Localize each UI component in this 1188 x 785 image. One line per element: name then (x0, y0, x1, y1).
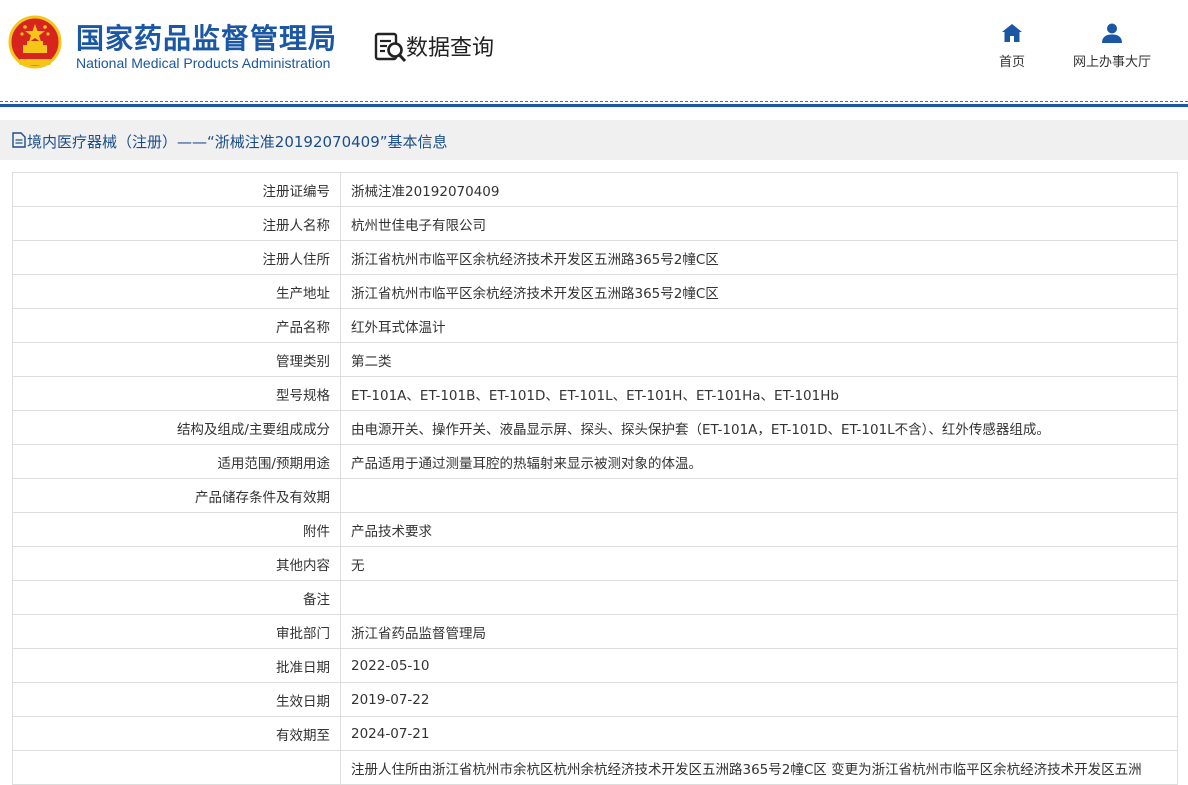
table-row: 结构及组成/主要组成成分 由电源开关、操作开关、液晶显示屏、探头、探头保护套（ET… (12, 410, 1178, 445)
header-divider-dashed (0, 101, 1188, 102)
table-row: 产品储存条件及有效期 (12, 478, 1178, 513)
field-value: ET-101A、ET-101B、ET-101D、ET-101L、ET-101H、… (340, 376, 1178, 411)
table-row: 生效日期 2019-07-22 (12, 682, 1178, 717)
field-label: 其他内容 (12, 546, 341, 581)
field-value: 无 (340, 546, 1178, 581)
field-label (12, 750, 341, 785)
table-row: 注册证编号 浙械注准20192070409 (12, 172, 1178, 207)
field-value: 2024-07-21 (340, 716, 1178, 751)
record-title: 境内医疗器械（注册）——“浙械注准20192070409”基本信息 (27, 133, 448, 151)
table-row: 备注 (12, 580, 1178, 615)
field-value: 第二类 (340, 342, 1178, 377)
record-detail-table: 注册证编号 浙械注准20192070409 注册人名称 杭州世佳电子有限公司 注册人住所… (12, 172, 1178, 785)
field-value: 红外耳式体温计 (340, 308, 1178, 343)
field-label: 结构及组成/主要组成成分 (12, 410, 341, 445)
field-value (340, 580, 1178, 615)
field-label: 管理类别 (12, 342, 341, 377)
field-label: 产品名称 (12, 308, 341, 343)
section-title: 数据查询 (406, 36, 495, 61)
field-label: 注册人住所 (12, 240, 341, 275)
field-label: 产品储存条件及有效期 (12, 478, 341, 513)
table-row: 附件 产品技术要求 (12, 512, 1178, 547)
field-label: 生产地址 (12, 274, 341, 309)
field-value: 浙江省杭州市临平区余杭经济技术开发区五洲路365号2幢C区 (340, 274, 1178, 309)
table-row: 其他内容无 (12, 546, 1178, 581)
field-value: 浙械注准20192070409 (340, 172, 1178, 207)
nav-online-service-link[interactable]: 网上办事大厅 (1064, 22, 1160, 70)
field-label: 备注 (12, 580, 341, 615)
field-label: 适用范围/预期用途 (12, 444, 341, 479)
nav-home-link[interactable]: 首页 (992, 22, 1032, 70)
document-icon (12, 132, 26, 148)
field-value: 产品适用于通过测量耳腔的热辐射来显示被测对象的体温。 (340, 444, 1178, 479)
field-value: 浙江省杭州市临平区余杭经济技术开发区五洲路365号2幢C区 (340, 240, 1178, 275)
site-header: 国家药品监督管理局 National Medical Products Admi… (0, 0, 1188, 102)
header-divider (0, 104, 1188, 107)
field-value: 注册人住所由浙江省杭州市余杭区杭州余杭经济技术开发区五洲路365号2幢C区 变更… (340, 750, 1178, 785)
table-row: 注册人住所 浙江省杭州市临平区余杭经济技术开发区五洲路365号2幢C区 (12, 240, 1178, 275)
table-row: 适用范围/预期用途 产品适用于通过测量耳腔的热辐射来显示被测对象的体温。 (12, 444, 1178, 479)
field-label: 注册人名称 (12, 206, 341, 241)
field-label: 型号规格 (12, 376, 341, 411)
field-label: 有效期至 (12, 716, 341, 751)
table-row: 管理类别 第二类 (12, 342, 1178, 377)
field-label: 批准日期 (12, 648, 341, 683)
data-search-icon (374, 32, 407, 63)
table-row: 注册人名称 杭州世佳电子有限公司 (12, 206, 1178, 241)
field-value: 产品技术要求 (340, 512, 1178, 547)
table-row: 审批部门 浙江省药品监督管理局 (12, 614, 1178, 649)
table-row: 型号规格 ET-101A、ET-101B、ET-101D、ET-101L、ET-1… (12, 376, 1178, 411)
field-label: 附件 (12, 512, 341, 547)
table-row: 产品名称 红外耳式体温计 (12, 308, 1178, 343)
field-value: 2019-07-22 (340, 682, 1178, 717)
record-title-bar: 境内医疗器械（注册）——“浙械注准20192070409”基本信息 (0, 120, 1188, 160)
field-label: 注册证编号 (12, 172, 341, 207)
home-icon (1002, 24, 1022, 42)
field-value: 由电源开关、操作开关、液晶显示屏、探头、探头保护套（ET-101A，ET-101… (340, 410, 1178, 445)
table-row: 生产地址 浙江省杭州市临平区余杭经济技术开发区五洲路365号2幢C区 (12, 274, 1178, 309)
field-label: 生效日期 (12, 682, 341, 717)
field-value: 浙江省药品监督管理局 (340, 614, 1178, 649)
field-label: 审批部门 (12, 614, 341, 649)
org-name-cn: 国家药品监督管理局 (76, 22, 338, 55)
org-name-en: National Medical Products Administration (76, 55, 331, 71)
table-row: 有效期至 2024-07-21 (12, 716, 1178, 751)
table-row: 注册人住所由浙江省杭州市余杭区杭州余杭经济技术开发区五洲路365号2幢C区 变更… (12, 750, 1178, 785)
national-emblem-icon (8, 15, 62, 69)
field-value (340, 478, 1178, 513)
nav-home-label: 首页 (998, 55, 1025, 70)
nav-online-service-label: 网上办事大厅 (1072, 55, 1151, 70)
field-value: 杭州世佳电子有限公司 (340, 206, 1178, 241)
table-row: 批准日期 2022-05-10 (12, 648, 1178, 683)
field-value: 2022-05-10 (340, 648, 1178, 683)
user-icon (1102, 23, 1122, 43)
